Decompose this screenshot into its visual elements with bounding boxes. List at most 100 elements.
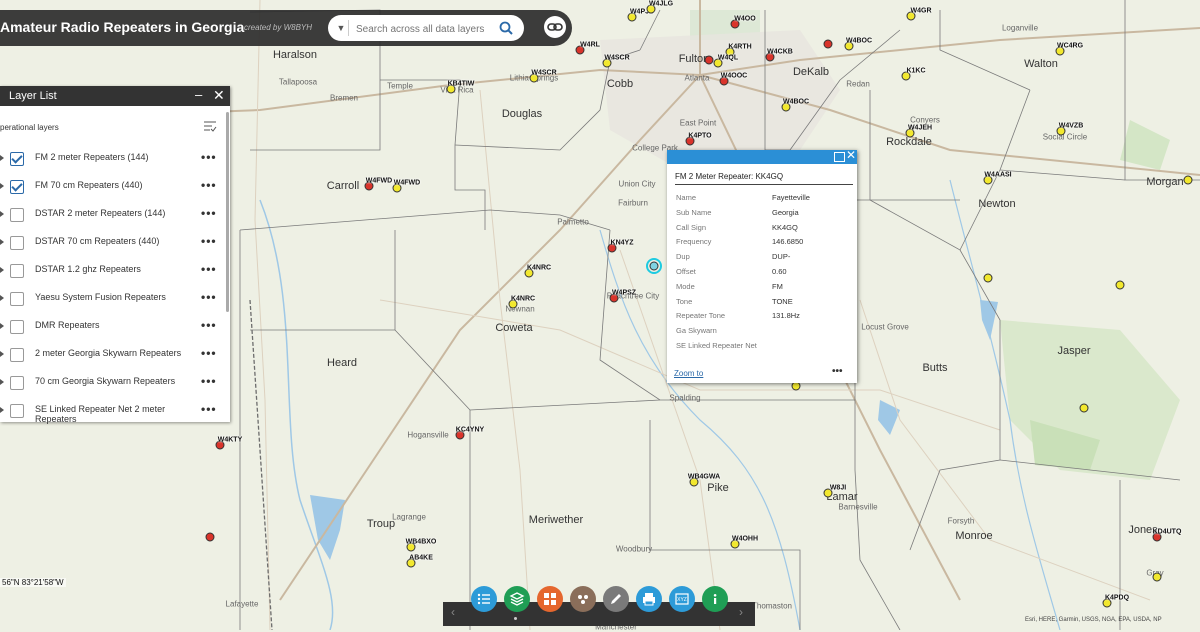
- repeater-callsign-label: WC4RG: [1056, 42, 1084, 50]
- county-label: DeKalb: [792, 66, 830, 78]
- draw-tool[interactable]: [603, 586, 629, 612]
- basemap-layers-tool[interactable]: [504, 586, 530, 612]
- town-label: Forsyth: [947, 516, 975, 526]
- layer-menu-icon[interactable]: •••: [201, 262, 217, 276]
- basemap-gallery-tool[interactable]: [537, 586, 563, 612]
- layer-visibility-checkbox[interactable]: [10, 376, 24, 390]
- share-link-icon[interactable]: [544, 16, 566, 38]
- expand-caret-icon[interactable]: [0, 295, 4, 301]
- layer-menu-icon[interactable]: •••: [201, 234, 217, 248]
- layer-menu-icon[interactable]: •••: [201, 402, 217, 416]
- repeater-callsign-label: W4PSZ: [611, 289, 637, 297]
- layer-menu-icon[interactable]: •••: [201, 346, 217, 360]
- repeater-marker[interactable]: [1079, 403, 1089, 413]
- layer-list-scrollbar[interactable]: [226, 112, 229, 312]
- layer-row[interactable]: FM 70 cm Repeaters (440) •••: [0, 174, 224, 202]
- layer-menu-icon[interactable]: •••: [201, 206, 217, 220]
- search-source-dropdown[interactable]: ▼: [334, 20, 349, 36]
- layer-menu-icon[interactable]: •••: [201, 178, 217, 192]
- expand-caret-icon[interactable]: [0, 211, 4, 217]
- repeater-marker[interactable]: [205, 532, 215, 542]
- search-box: ▼: [328, 15, 524, 41]
- repeater-marker[interactable]: [704, 55, 714, 65]
- coordinate-tool[interactable]: XYZ: [669, 586, 695, 612]
- popup-field-value: 146.6850: [772, 237, 804, 247]
- town-label: Fairburn: [618, 198, 648, 208]
- search-input[interactable]: [354, 19, 498, 39]
- layer-label: Yaesu System Fusion Repeaters: [35, 292, 166, 302]
- layer-row[interactable]: DSTAR 1.2 ghz Repeaters •••: [0, 258, 224, 286]
- close-icon[interactable]: ✕: [213, 87, 225, 104]
- layer-row[interactable]: FM 2 meter Repeaters (144) •••: [0, 146, 224, 174]
- repeater-callsign-label: W4KTY: [217, 436, 243, 444]
- layer-menu-icon[interactable]: •••: [201, 150, 217, 164]
- expand-caret-icon[interactable]: [0, 239, 4, 245]
- layer-visibility-checkbox[interactable]: [10, 404, 24, 418]
- layer-menu-icon[interactable]: •••: [201, 318, 217, 332]
- about-tool[interactable]: [702, 586, 728, 612]
- layer-row[interactable]: DMR Repeaters •••: [0, 314, 224, 342]
- layer-menu-icon[interactable]: •••: [201, 374, 217, 388]
- layer-visibility-checkbox[interactable]: [10, 236, 24, 250]
- expand-caret-icon[interactable]: [0, 267, 4, 273]
- layer-visibility-checkbox[interactable]: [10, 152, 24, 166]
- repeater-callsign-label: W4QL: [717, 54, 739, 62]
- popup-field-name: Name: [676, 193, 697, 202]
- more-options-icon[interactable]: •••: [832, 366, 843, 377]
- repeater-marker[interactable]: [983, 273, 993, 283]
- layer-row[interactable]: 2 meter Georgia Skywarn Repeaters •••: [0, 342, 224, 370]
- repeater-callsign-label: W4AASI: [984, 171, 1012, 179]
- layer-menu-icon[interactable]: •••: [201, 290, 217, 304]
- popup-field-name: Repeater Tone: [676, 311, 726, 321]
- repeater-marker[interactable]: [649, 261, 659, 271]
- layer-label: FM 70 cm Repeaters (440): [35, 180, 143, 190]
- expand-caret-icon[interactable]: [0, 351, 4, 357]
- town-label: Locust Grove: [861, 322, 909, 332]
- popup-field-value: TONE: [772, 296, 793, 306]
- repeater-marker[interactable]: [823, 39, 833, 49]
- expand-caret-icon[interactable]: [0, 323, 4, 329]
- layer-visibility-checkbox[interactable]: [10, 264, 24, 278]
- layer-row[interactable]: SE Linked Repeater Net 2 meter Repeaters…: [0, 398, 224, 426]
- town-label: Social Circle: [1042, 132, 1088, 142]
- layer-visibility-checkbox[interactable]: [10, 348, 24, 362]
- town-label: Hogansville: [407, 430, 449, 440]
- repeater-marker[interactable]: [1152, 572, 1162, 582]
- layer-list-tool[interactable]: [471, 586, 497, 612]
- town-label: Conyers: [910, 115, 940, 125]
- layer-row[interactable]: Yaesu System Fusion Repeaters •••: [0, 286, 224, 314]
- maximize-icon[interactable]: [834, 152, 845, 162]
- repeater-callsign-label: KD4UTQ: [1152, 528, 1182, 536]
- layer-row[interactable]: 70 cm Georgia Skywarn Repeaters •••: [0, 370, 224, 398]
- expand-caret-icon[interactable]: [0, 407, 4, 413]
- popup-field-name: Call Sign: [676, 222, 707, 232]
- minimize-icon[interactable]: –: [195, 87, 202, 102]
- county-label: Carroll: [326, 180, 360, 192]
- print-tool[interactable]: [636, 586, 662, 612]
- layer-visibility-checkbox[interactable]: [10, 208, 24, 222]
- repeater-marker[interactable]: [1115, 280, 1125, 290]
- town-label: East Point: [679, 118, 717, 128]
- repeater-callsign-label: KN4YZ: [610, 239, 634, 247]
- expand-caret-icon[interactable]: [0, 183, 4, 189]
- repeater-callsign-label: KC4YNY: [455, 426, 485, 434]
- layer-row[interactable]: DSTAR 70 cm Repeaters (440) •••: [0, 230, 224, 258]
- repeater-callsign-label: K4RTH: [728, 43, 752, 51]
- layer-row[interactable]: DSTAR 2 meter Repeaters (144) •••: [0, 202, 224, 230]
- toolbar-next-icon[interactable]: ›: [739, 605, 743, 619]
- town-label: Spalding: [669, 393, 701, 403]
- layer-visibility-checkbox[interactable]: [10, 292, 24, 306]
- close-icon[interactable]: ✕: [846, 148, 856, 162]
- legend-tool[interactable]: [570, 586, 596, 612]
- layer-options-icon[interactable]: [203, 119, 217, 133]
- toolbar-prev-icon[interactable]: ‹: [451, 605, 455, 619]
- search-icon[interactable]: [496, 19, 516, 37]
- repeater-marker[interactable]: [1183, 175, 1193, 185]
- layer-visibility-checkbox[interactable]: [10, 320, 24, 334]
- expand-caret-icon[interactable]: [0, 155, 4, 161]
- county-label: Coweta: [495, 322, 533, 334]
- expand-caret-icon[interactable]: [0, 379, 4, 385]
- county-label: Cobb: [606, 78, 634, 90]
- zoom-to-link[interactable]: Zoom to: [674, 369, 703, 378]
- layer-visibility-checkbox[interactable]: [10, 180, 24, 194]
